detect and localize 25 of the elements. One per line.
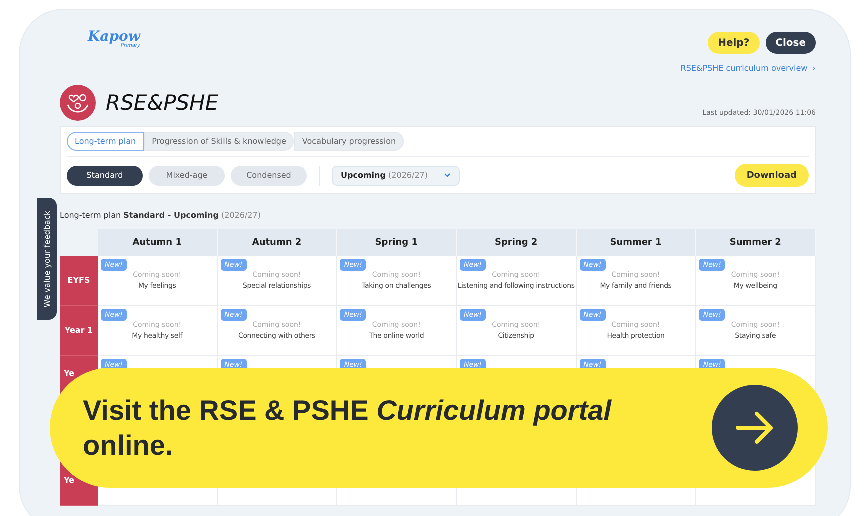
column-header: Spring 2 [456, 229, 577, 256]
arrow-right-icon [735, 410, 775, 446]
download-button[interactable]: Download [734, 164, 809, 187]
column-header: Spring 1 [337, 229, 457, 256]
tab[interactable]: Vocabulary progression [294, 132, 404, 151]
curriculum-overview-link[interactable]: RSE&PSHE curriculum overview › [680, 64, 816, 73]
year-label: Year 1 [60, 306, 98, 356]
tab[interactable]: Progression of Skills & knowledge [144, 132, 294, 151]
column-header: Summer 1 [576, 229, 696, 256]
column-header: Autumn 2 [218, 229, 338, 256]
plan-caption: Long-term plan Standard - Upcoming (2026/27) [60, 211, 262, 220]
plan-type-button[interactable]: Condensed [231, 166, 307, 186]
plan-type-button[interactable]: Mixed-age [149, 166, 225, 186]
tab[interactable]: Long-term plan [67, 132, 144, 151]
chevron-down-icon [444, 173, 451, 178]
column-header: Summer 2 [696, 229, 816, 256]
year-label: EYFS [60, 256, 98, 306]
help-button[interactable]: Help? [708, 32, 760, 54]
plan-type-button[interactable]: Standard [67, 166, 143, 186]
close-button[interactable]: Close [766, 32, 816, 54]
column-header: Autumn 1 [98, 229, 218, 256]
subject-title: RSE&PSHE [106, 91, 219, 115]
heart-hands-icon [60, 85, 96, 121]
feedback-tab[interactable]: We value your feedback [37, 198, 57, 320]
year-select[interactable]: Upcoming (2026/27) [332, 166, 460, 186]
